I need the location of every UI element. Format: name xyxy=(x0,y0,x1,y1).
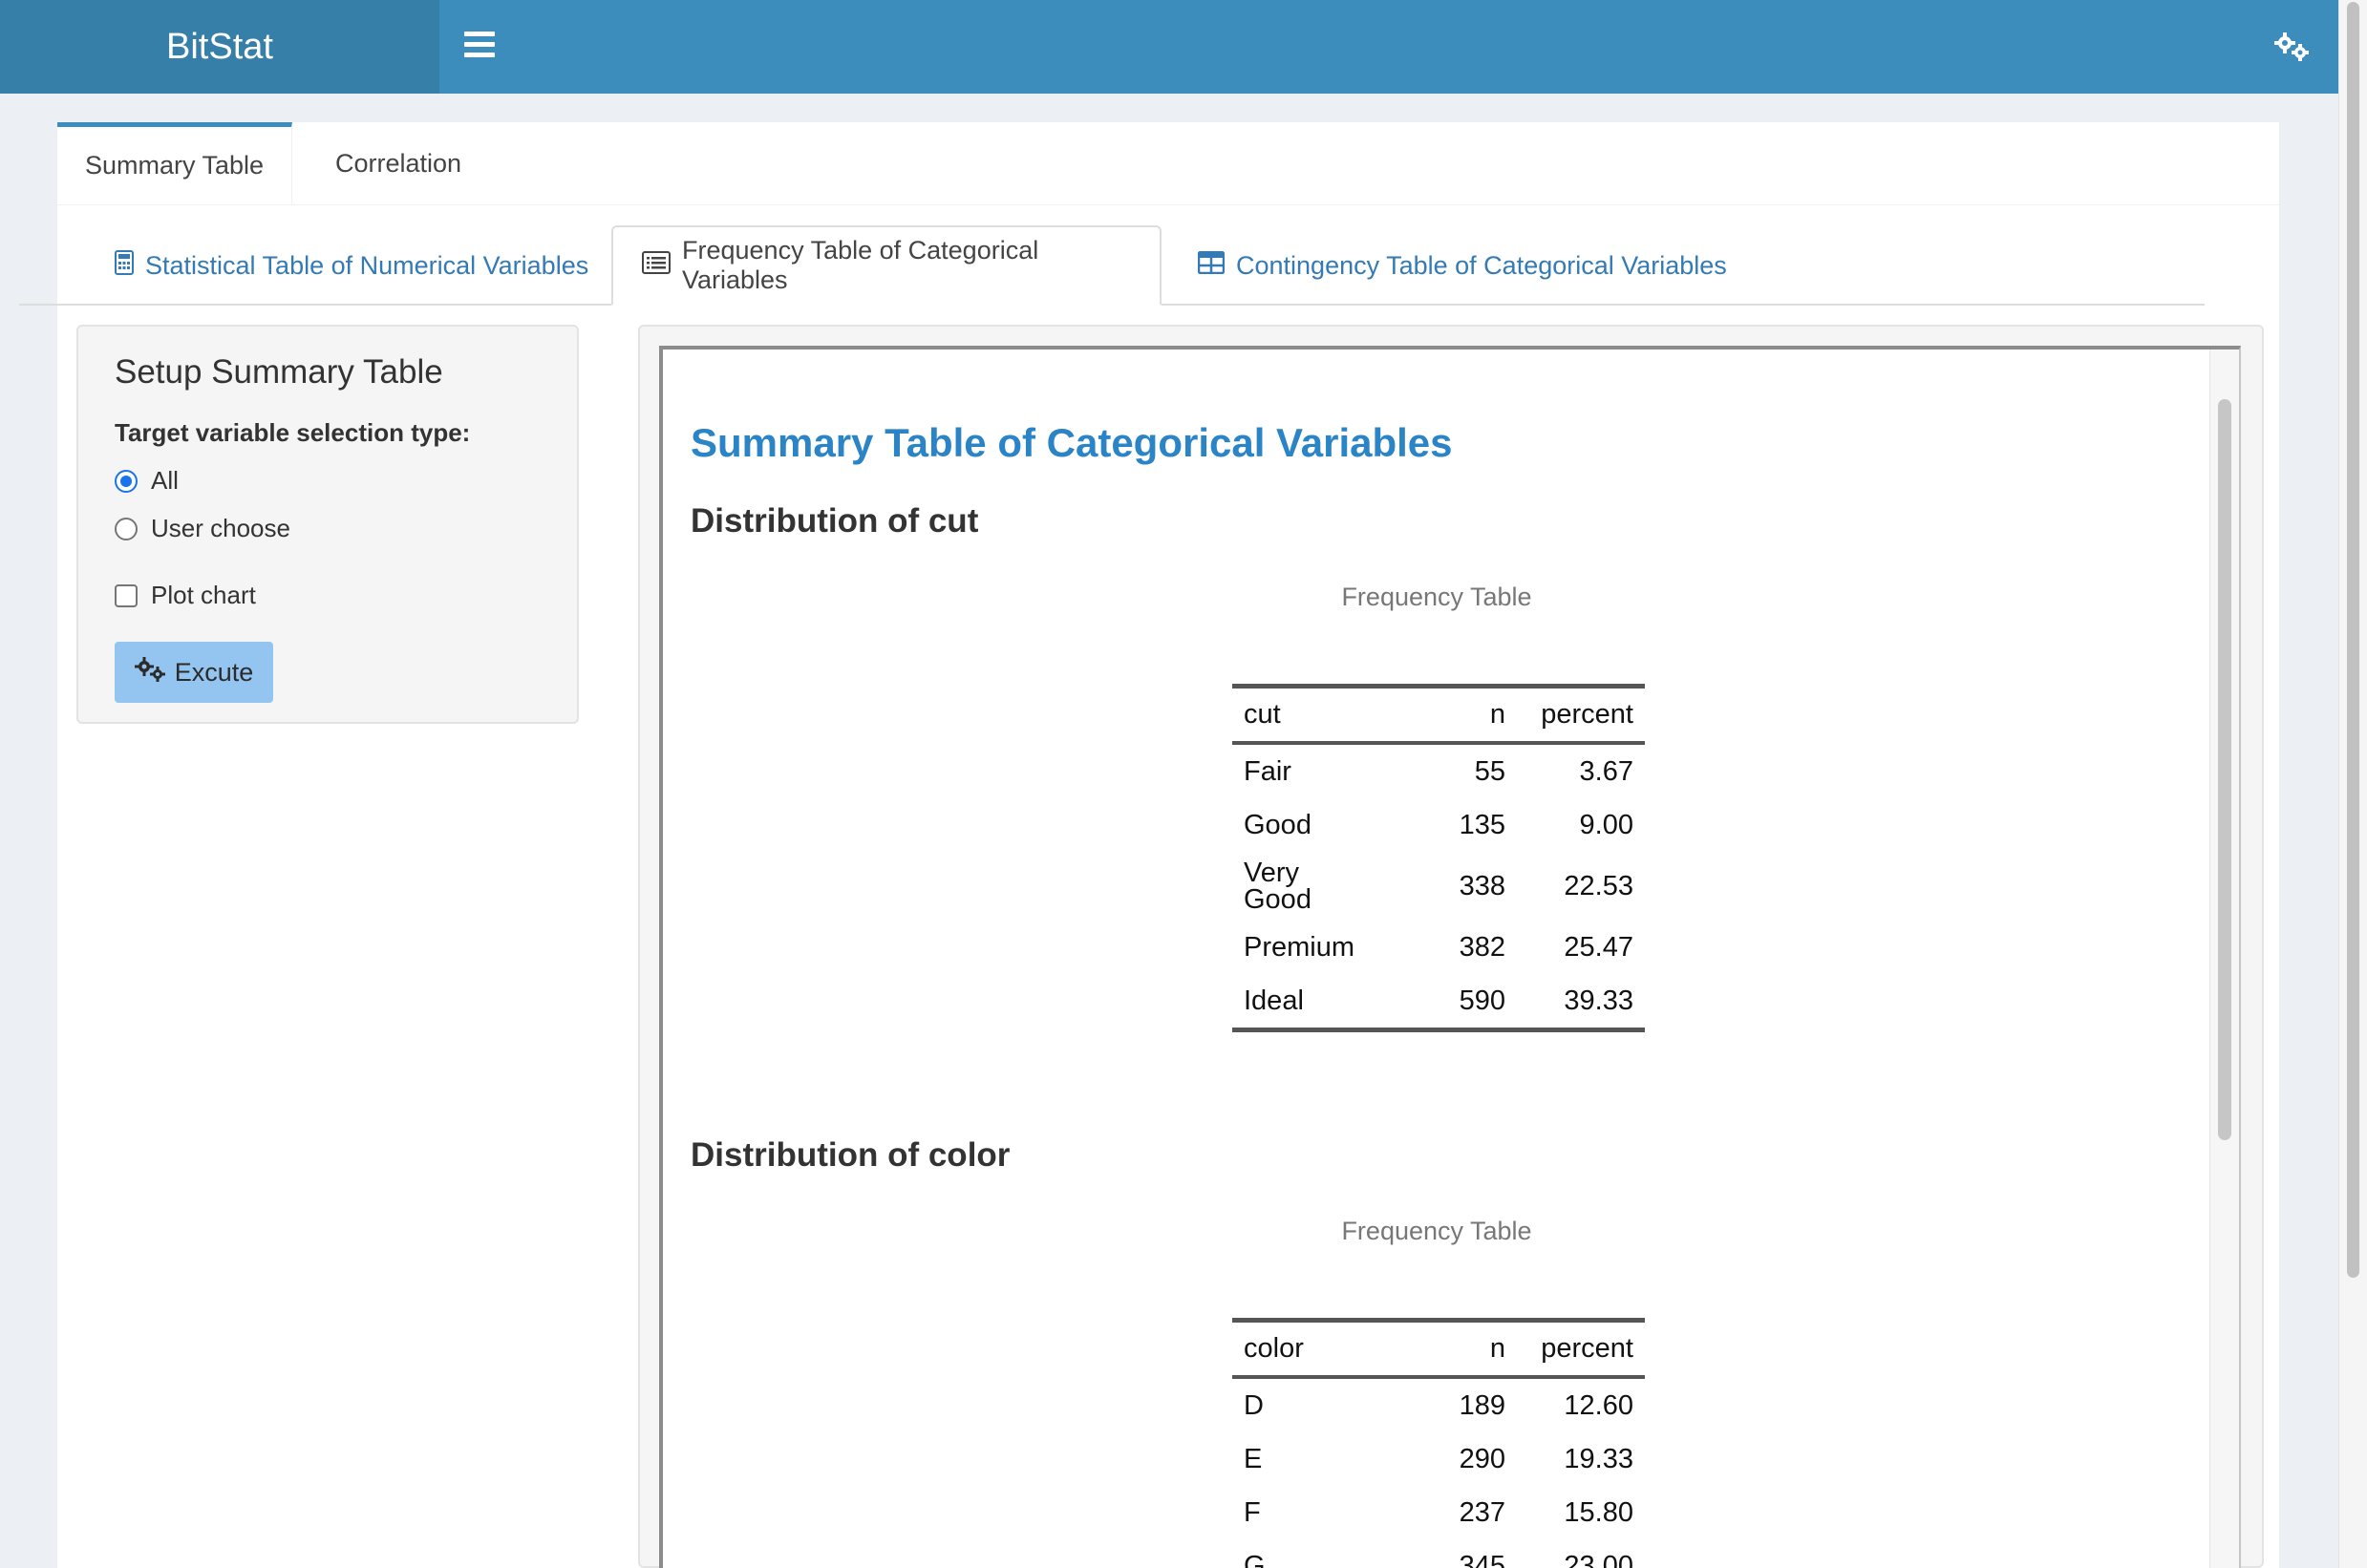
frequency-table-cut: cut n percent Fair 55 3.67 Good 135 9.00… xyxy=(1232,684,1645,1032)
table-cell: 590 xyxy=(1459,985,1505,1016)
frequency-table-color: color n percent D 189 12.60 E 290 19.33 … xyxy=(1232,1318,1645,1568)
button-label: Excute xyxy=(174,657,254,687)
checkbox[interactable] xyxy=(115,583,138,607)
radio-button[interactable] xyxy=(115,469,138,493)
table-cell: 9.00 xyxy=(1579,809,1633,840)
table-caption: Frequency Table xyxy=(1341,1217,1532,1245)
gears-icon xyxy=(134,656,167,689)
report-scrollbar-thumb[interactable] xyxy=(2218,399,2231,1140)
tab-label: Summary Table xyxy=(84,151,265,180)
checkbox-label: Plot chart xyxy=(151,581,256,609)
radio-label: All xyxy=(151,466,179,495)
table-cell: Ideal xyxy=(1244,985,1304,1016)
section-heading: Distribution of cut xyxy=(691,502,979,540)
window-scrollbar-thumb[interactable] xyxy=(2347,2,2359,1278)
table-cell: D xyxy=(1244,1389,1264,1421)
table-cell: 382 xyxy=(1459,931,1505,963)
report-scrollbar[interactable] xyxy=(2209,350,2239,1568)
setup-panel: Setup Summary Table Target variable sele… xyxy=(76,325,579,724)
list-alt-icon xyxy=(642,250,671,281)
table-cell: 25.47 xyxy=(1564,931,1633,963)
table-cell: 290 xyxy=(1459,1443,1505,1474)
table-cell: F xyxy=(1244,1496,1261,1528)
table-cell: E xyxy=(1244,1443,1263,1474)
table-row: D 189 12.60 xyxy=(1232,1379,1645,1432)
tab-label: Contingency Table of Categorical Variabl… xyxy=(1236,250,1727,280)
table-cell: 22.53 xyxy=(1564,871,1633,901)
tab-contingency-table[interactable]: Contingency Table of Categorical Variabl… xyxy=(1169,225,1756,306)
table-cell: 345 xyxy=(1459,1550,1505,1568)
tab-label: Frequency Table of Categorical Variables xyxy=(682,236,1039,294)
brand-logo[interactable]: BitStat xyxy=(0,0,439,94)
table-cell: 23.00 xyxy=(1564,1550,1633,1568)
column-header: percent xyxy=(1541,1333,1633,1364)
plot-chart-checkbox[interactable]: Plot chart xyxy=(115,581,256,610)
table-row: Good 135 9.00 xyxy=(1232,798,1645,852)
column-header: n xyxy=(1489,699,1505,730)
tab-frequency-table[interactable]: Frequency Table of Categorical Variables xyxy=(611,225,1162,306)
radio-button[interactable] xyxy=(115,517,138,540)
column-header: percent xyxy=(1541,699,1633,730)
tab-summary-table[interactable]: Summary Table xyxy=(57,122,292,204)
main-tabs: Summary Table Correlation xyxy=(57,122,2279,205)
table-cell: 12.60 xyxy=(1564,1389,1633,1421)
radio-all[interactable]: All xyxy=(115,466,179,496)
column-header: n xyxy=(1489,1333,1505,1364)
table-cell: Fair xyxy=(1244,755,1291,787)
top-navbar: BitStat xyxy=(0,0,2338,94)
table-row: Fair 55 3.67 xyxy=(1232,745,1645,798)
table-cell: 338 xyxy=(1459,871,1505,901)
table-row: Ideal 590 39.33 xyxy=(1232,974,1645,1028)
radio-user-choose[interactable]: User choose xyxy=(115,514,290,543)
table-row: G 345 23.00 xyxy=(1232,1539,1645,1568)
column-header: cut xyxy=(1244,699,1281,730)
selection-type-label: Target variable selection type: xyxy=(115,418,471,447)
table-row: F 237 15.80 xyxy=(1232,1486,1645,1539)
calculator-icon xyxy=(115,249,134,282)
panel-title: Setup Summary Table xyxy=(115,353,443,391)
table-cell: 19.33 xyxy=(1564,1443,1633,1474)
table-cell: 237 xyxy=(1459,1496,1505,1528)
tab-label: Statistical Table of Numerical Variables xyxy=(145,250,589,280)
table-header-row: cut n percent xyxy=(1232,689,1645,741)
column-header: color xyxy=(1244,1333,1304,1364)
table-cell: 15.80 xyxy=(1564,1496,1633,1528)
table-row: Premium 382 25.47 xyxy=(1232,921,1645,974)
table-cell: 39.33 xyxy=(1564,985,1633,1016)
execute-button[interactable]: Excute xyxy=(115,642,273,703)
tab-correlation[interactable]: Correlation xyxy=(292,122,504,204)
table-cell: 3.67 xyxy=(1579,755,1633,787)
table-cell: 55 xyxy=(1474,755,1505,787)
gears-icon[interactable] xyxy=(2273,32,2312,61)
table-cell: Premium xyxy=(1244,931,1355,963)
window-scrollbar[interactable] xyxy=(2338,0,2367,1568)
table-rule xyxy=(1232,1028,1645,1032)
hamburger-icon[interactable] xyxy=(464,32,495,62)
table-cell: 135 xyxy=(1459,809,1505,840)
table-row: E 290 19.33 xyxy=(1232,1432,1645,1486)
tab-label: Correlation xyxy=(334,148,462,178)
table-header-row: color n percent xyxy=(1232,1323,1645,1375)
section-heading: Distribution of color xyxy=(691,1136,1011,1174)
radio-label: User choose xyxy=(151,514,290,542)
report-frame: Summary Table of Categorical Variables D… xyxy=(659,346,2241,1568)
report-title: Summary Table of Categorical Variables xyxy=(691,420,1453,465)
table-caption: Frequency Table xyxy=(1341,583,1532,611)
tab-statistical-table[interactable]: Statistical Table of Numerical Variables xyxy=(86,225,617,306)
table-cell: Good xyxy=(1244,809,1311,840)
table-row: Very Good 338 22.53 xyxy=(1232,852,1645,921)
table-cell: G xyxy=(1244,1550,1266,1568)
table-icon xyxy=(1197,250,1226,281)
table-cell: Very Good xyxy=(1244,858,1311,915)
table-cell: 189 xyxy=(1459,1389,1505,1421)
